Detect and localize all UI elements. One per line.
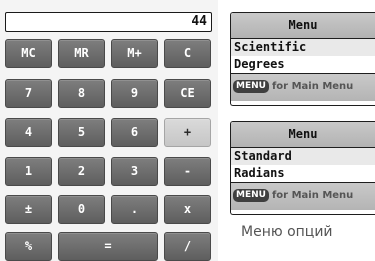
digit-5-key[interactable]: 5 — [58, 118, 105, 147]
digit-0-key[interactable]: 0 — [58, 195, 105, 224]
decimal-key[interactable]: . — [111, 195, 158, 224]
clear-entry-key[interactable]: CE — [164, 79, 211, 108]
digit-1-key[interactable]: 1 — [5, 157, 52, 186]
digit-7-key[interactable]: 7 — [5, 79, 52, 108]
menu-item-radians[interactable]: Radians — [231, 165, 375, 182]
menu-item-scientific[interactable]: Scientific — [231, 39, 375, 56]
options-menu-scientific: Menu Scientific Degrees MENU for Main Men… — [230, 12, 375, 106]
caption-options-menu: Меню опций — [241, 224, 333, 240]
digit-4-key[interactable]: 4 — [5, 118, 52, 147]
memory-add-key[interactable]: M+ — [111, 39, 158, 68]
digit-9-key[interactable]: 9 — [111, 79, 158, 108]
minus-key[interactable]: - — [164, 157, 211, 186]
calculator-panel: 44 MC MR M+ C 7 8 9 CE 4 5 6 +1 2 3- ±0. x% = / — [0, 0, 218, 261]
memory-recall-key[interactable]: MR — [58, 39, 105, 68]
memory-clear-key[interactable]: MC — [5, 39, 52, 68]
menu-title: Menu — [231, 122, 375, 148]
menu-key-icon: MENU — [233, 189, 269, 202]
equals-key[interactable]: = — [58, 232, 158, 261]
clear-key[interactable]: C — [164, 39, 211, 68]
plus-minus-key[interactable]: ± — [5, 195, 52, 224]
calculator-display: 44 — [5, 12, 212, 32]
menu-item-degrees[interactable]: Degrees — [231, 56, 375, 73]
options-menu-standard: Menu Standard Radians MENU for Main Menu — [230, 121, 375, 215]
menu-item-standard[interactable]: Standard — [231, 148, 375, 165]
divide-key[interactable]: / — [164, 232, 211, 261]
menu-hint-text: for Main Menu — [271, 81, 354, 92]
digit-8-key[interactable]: 8 — [58, 79, 105, 108]
percent-key[interactable]: % — [5, 232, 52, 261]
menu-hint-text: for Main Menu — [271, 190, 354, 201]
digit-3-key[interactable]: 3 — [111, 157, 158, 186]
multiply-key[interactable]: x — [164, 195, 211, 224]
menu-key-icon: MENU — [233, 80, 269, 93]
plus-key[interactable]: + — [164, 118, 211, 147]
digit-2-key[interactable]: 2 — [58, 157, 105, 186]
menu-hint: MENU for Main Menu — [231, 73, 375, 101]
digit-6-key[interactable]: 6 — [111, 118, 158, 147]
menu-title: Menu — [231, 13, 375, 39]
menu-hint: MENU for Main Menu — [231, 182, 375, 210]
